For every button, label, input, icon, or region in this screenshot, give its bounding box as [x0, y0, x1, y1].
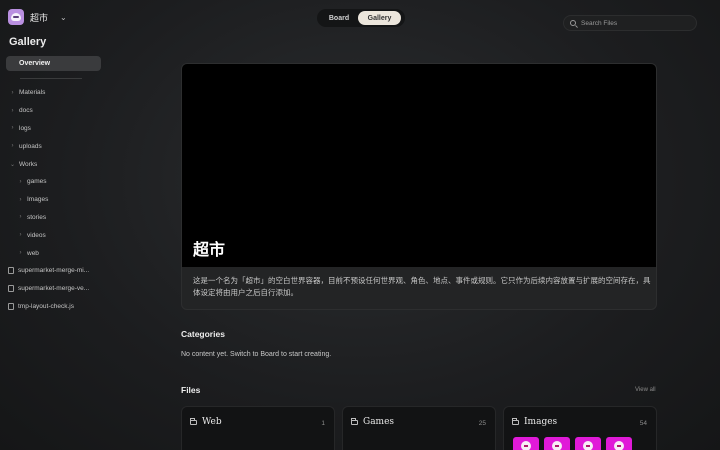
sidebar-tree-item[interactable]: › web: [0, 244, 108, 262]
workspace-avatar-icon: [8, 9, 24, 25]
tree-item-label: docs: [19, 107, 33, 115]
search-input[interactable]: Search Files: [563, 15, 697, 31]
tree-item-label: Images: [27, 196, 49, 204]
chevron-right-icon: ›: [11, 125, 14, 132]
card-header: Games: [351, 417, 394, 427]
file-icon: [8, 285, 14, 293]
file-card-games[interactable]: Games 25: [342, 406, 496, 450]
sidebar-tree-item[interactable]: › Materials: [0, 84, 108, 102]
hero-description: 这是一个名为「超市」的空白世界容器，目前不预设任何世界观、角色、地点、事件或规则…: [193, 276, 651, 297]
file-icon: [8, 267, 14, 275]
view-switch: Board Gallery: [317, 9, 405, 27]
sidebar-divider: [20, 78, 82, 79]
tree-item-label: logs: [19, 124, 31, 132]
folder-icon: [512, 417, 519, 425]
card-count: 25: [478, 420, 486, 427]
image-thumbnail[interactable]: [544, 437, 570, 450]
chevron-right-icon: ›: [11, 107, 14, 114]
card-count: 54: [639, 420, 647, 427]
sidebar-tree-item[interactable]: › uploads: [0, 137, 108, 155]
tree-item-label: supermarket-merge-ve...: [18, 285, 90, 293]
chevron-right-icon: ›: [19, 178, 22, 185]
categories-heading: Categories: [181, 329, 225, 339]
chevron-down-icon: ⌄: [9, 161, 16, 168]
search-placeholder: Search Files: [581, 19, 618, 27]
file-icon: [8, 302, 14, 310]
chevron-right-icon: ›: [19, 214, 22, 221]
card-count: 1: [321, 420, 325, 427]
hero-title: 超市: [193, 240, 226, 259]
file-card-web[interactable]: Web 1: [181, 406, 335, 450]
tree-item-label: Works: [19, 160, 38, 168]
sidebar-tree-item[interactable]: tmp-layout-check.js: [0, 298, 108, 316]
image-thumbnail[interactable]: [606, 437, 632, 450]
file-tree: › Materials › docs › logs › uploads ⌄ Works › games…: [0, 84, 108, 315]
chevron-down-icon: ⌄: [60, 12, 67, 22]
card-header: Web: [190, 417, 222, 427]
sidebar-tree-item[interactable]: › docs: [0, 102, 108, 120]
tree-item-label: stories: [27, 213, 47, 221]
files-heading: Files: [181, 385, 201, 395]
chevron-right-icon: ›: [11, 143, 14, 150]
chevron-right-icon: ›: [19, 250, 22, 257]
chevron-right-icon: ›: [19, 232, 22, 239]
tree-item-label: games: [27, 178, 47, 186]
chevron-right-icon: ›: [11, 89, 14, 96]
sidebar-tree-item[interactable]: supermarket-merge-mi...: [0, 262, 108, 280]
sidebar-tree-item[interactable]: › Images: [0, 191, 108, 209]
workspace-switcher[interactable]: 超市 ⌄: [8, 9, 67, 25]
view-all-link[interactable]: View all: [635, 387, 656, 393]
tree-item-label: supermarket-merge-mi...: [18, 267, 90, 275]
tree-item-label: web: [27, 249, 39, 257]
sidebar-tree-item[interactable]: supermarket-merge-ve...: [0, 280, 108, 298]
image-thumbnail[interactable]: [575, 437, 601, 450]
tree-item-label: videos: [27, 231, 46, 239]
tab-board[interactable]: Board: [320, 11, 358, 25]
search-icon: [570, 20, 576, 26]
sidebar: 超市 ⌄ Gallery Overview › Materials › docs › lo…: [0, 0, 108, 450]
sidebar-tree-item[interactable]: › stories: [0, 209, 108, 227]
card-name: Games: [363, 417, 395, 427]
tree-item-label: Materials: [19, 89, 46, 97]
image-thumbnail[interactable]: [513, 437, 539, 450]
image-thumbnails: [513, 437, 632, 450]
sidebar-tree-item[interactable]: ⌄ Works: [0, 155, 108, 173]
file-card-images[interactable]: Images 54: [503, 406, 657, 450]
card-name: Images: [524, 417, 558, 427]
card-name: Web: [202, 417, 222, 427]
tab-gallery[interactable]: Gallery: [358, 11, 401, 25]
sidebar-tree-item[interactable]: › games: [0, 173, 108, 191]
sidebar-tree-item[interactable]: › videos: [0, 226, 108, 244]
hero-cover-image: [182, 64, 656, 267]
folder-icon: [351, 417, 358, 425]
card-header: Images: [512, 417, 557, 427]
folder-icon: [190, 417, 197, 425]
categories-empty-text: No content yet. Switch to Board to start…: [181, 351, 332, 358]
sidebar-item-overview[interactable]: Overview: [6, 56, 101, 71]
sidebar-title: Gallery: [9, 36, 47, 48]
tree-item-label: uploads: [19, 142, 42, 150]
tree-item-label: tmp-layout-check.js: [18, 302, 74, 310]
chevron-right-icon: ›: [19, 196, 22, 203]
workspace-name: 超市: [30, 13, 49, 24]
hero-card: 超市 这是一个名为「超市」的空白世界容器，目前不预设任何世界观、角色、地点、事件…: [181, 63, 657, 310]
sidebar-tree-item[interactable]: › logs: [0, 120, 108, 138]
